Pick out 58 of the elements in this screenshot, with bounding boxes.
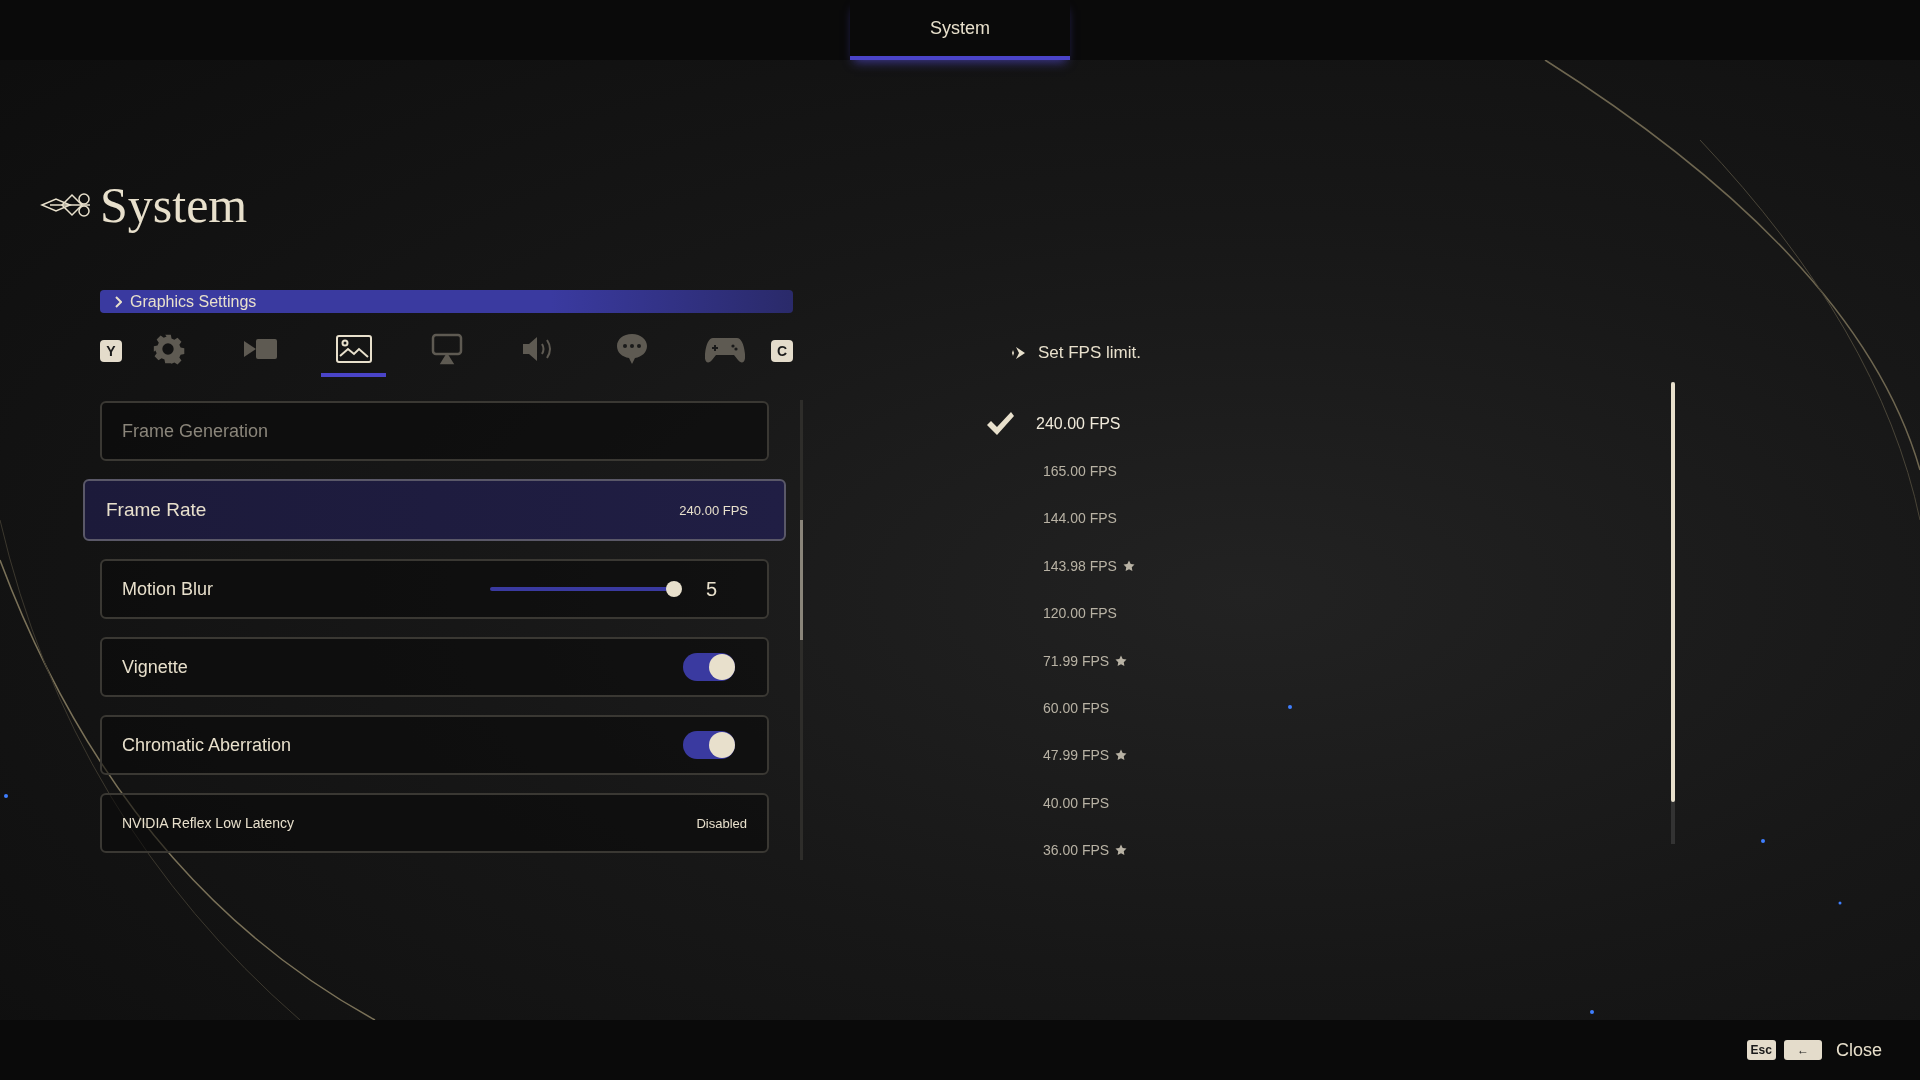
option-label: 240.00 FPS: [1036, 414, 1121, 433]
option-label: 165.00 FPS: [1043, 463, 1117, 480]
setting-row[interactable]: NVIDIA Reflex Low Latency Disabled: [100, 793, 769, 853]
option-label: 120.00 FPS: [1043, 605, 1117, 622]
fps-option[interactable]: 165.00 FPS: [960, 447, 1671, 495]
option-label: 71.99 FPS: [1043, 652, 1110, 669]
setting-row[interactable]: Motion Blur 5: [100, 559, 769, 619]
toggle-switch[interactable]: [683, 653, 735, 681]
sparkle-arrow-icon: [1010, 346, 1026, 360]
keycap: C: [771, 340, 794, 362]
fps-option[interactable]: 40.00 FPS: [960, 779, 1671, 827]
setting-label: Frame Generation: [122, 420, 269, 442]
setting-label: Motion Blur: [122, 578, 214, 600]
monitor-icon: [430, 333, 463, 365]
setting-row[interactable]: Frame Rate 240.00 FPS: [83, 479, 786, 541]
setting-label: NVIDIA Reflex Low Latency: [122, 815, 294, 831]
keycap: ←: [1783, 1040, 1822, 1060]
setting-value: Disabled: [696, 815, 747, 831]
image-icon: [335, 335, 372, 363]
hint-text: Set FPS limit.: [1038, 343, 1141, 363]
top-tab[interactable]: System: [850, 0, 1070, 60]
section-title: Graphics Settings: [130, 292, 257, 311]
option-label: 60.00 FPS: [1043, 700, 1110, 717]
option-label: 47.99 FPS: [1043, 747, 1110, 764]
gear-icon: [151, 332, 186, 366]
setting-row[interactable]: Chromatic Aberration: [100, 715, 769, 775]
fps-option[interactable]: 71.99 FPS: [960, 636, 1671, 685]
motion-blur-slider[interactable]: [489, 583, 682, 595]
setting-row[interactable]: Vignette: [100, 637, 769, 697]
fps-option[interactable]: 120.00 FPS: [960, 589, 1671, 637]
fps-option[interactable]: 36.00 FPS: [960, 826, 1671, 874]
toggle-switch[interactable]: [683, 731, 735, 759]
option-label: 40.00 FPS: [1043, 794, 1110, 811]
scrollbar[interactable]: [800, 400, 803, 860]
fps-option[interactable]: 143.98 FPS: [960, 542, 1671, 590]
fps-option[interactable]: 240.00 FPS: [960, 400, 1671, 448]
fps-option[interactable]: 60.00 FPS: [960, 684, 1671, 732]
chevron-right-icon: [114, 295, 122, 308]
option-label: 143.98 FPS: [1043, 557, 1117, 574]
slider-thumb[interactable]: [666, 581, 683, 597]
fps-option[interactable]: 144.00 FPS: [960, 494, 1671, 543]
fps-option[interactable]: 47.99 FPS: [960, 731, 1671, 780]
setting-value: 240.00 FPS: [679, 502, 748, 518]
option-label: 36.00 FPS: [1043, 842, 1110, 859]
close-button[interactable]: Close: [1835, 1039, 1882, 1061]
scrollbar[interactable]: [1671, 382, 1675, 844]
chat-bubble-icon: [614, 332, 649, 366]
checkmark-icon: [985, 410, 1015, 437]
setting-label: Vignette: [122, 656, 188, 678]
keycap: Y: [100, 340, 122, 362]
option-label: 144.00 FPS: [1043, 510, 1117, 527]
setting-label: Frame Rate: [106, 499, 207, 521]
keycap: Esc: [1746, 1040, 1776, 1060]
gamepad-icon: [704, 335, 745, 363]
slider-reading: 5: [705, 577, 717, 601]
video-camera-icon: [244, 337, 279, 361]
setting-label: Chromatic Aberration: [122, 734, 292, 756]
page-title: System: [100, 176, 248, 234]
